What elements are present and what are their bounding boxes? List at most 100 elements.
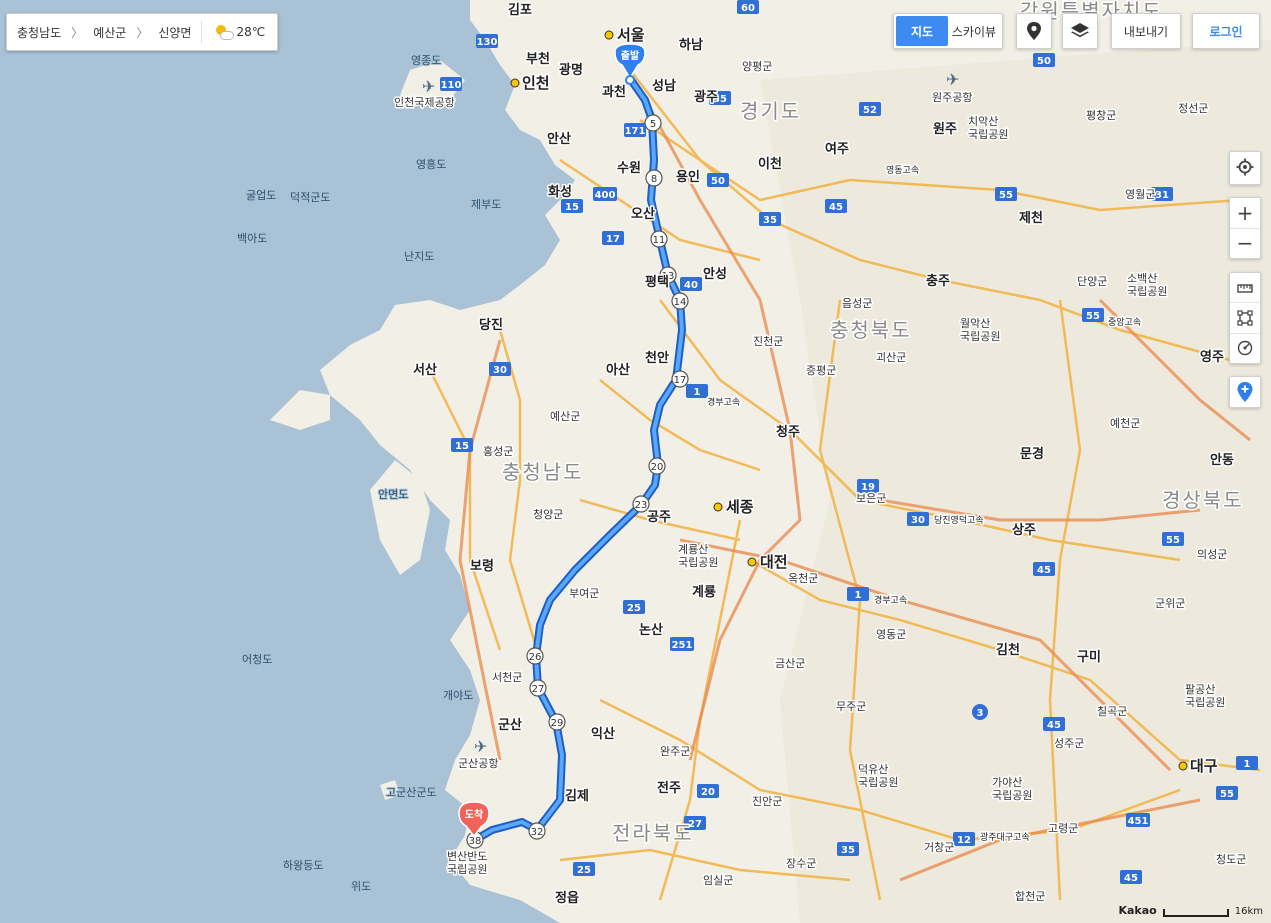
svg-text:부여군: 부여군 (569, 587, 599, 600)
my-location-button[interactable] (1230, 152, 1260, 182)
svg-text:보령: 보령 (470, 559, 494, 574)
svg-text:문경: 문경 (1020, 446, 1044, 462)
highway-shield: 30 (489, 362, 511, 376)
svg-text:성남: 성남 (652, 78, 676, 94)
svg-text:천안: 천안 (645, 350, 669, 366)
svg-text:50: 50 (711, 176, 725, 187)
svg-text:개야도: 개야도 (443, 689, 473, 702)
partly-cloudy-icon (214, 23, 235, 41)
svg-text:거창군: 거창군 (924, 841, 954, 854)
route-step: 27 (529, 679, 547, 697)
svg-text:32: 32 (531, 827, 544, 838)
svg-text:5: 5 (650, 119, 656, 130)
city-label-seoul: 서울 (617, 26, 645, 44)
route-step: 26 (526, 647, 544, 665)
area-measure-button[interactable] (1230, 302, 1260, 332)
svg-text:영월군: 영월군 (1125, 188, 1155, 201)
svg-text:장수군: 장수군 (786, 857, 816, 870)
highway-shield: 45 (1120, 870, 1142, 884)
highway-shield: 400 (593, 187, 617, 201)
svg-text:김포: 김포 (508, 3, 532, 18)
svg-text:29: 29 (551, 718, 564, 729)
svg-text:광명: 광명 (559, 62, 583, 78)
route-step: 20 (648, 457, 666, 475)
export-button[interactable]: 내보내기 (1111, 13, 1181, 49)
svg-text:금산군: 금산군 (775, 657, 805, 670)
add-place-control (1229, 376, 1261, 408)
breadcrumb-town[interactable]: 신양면 (148, 14, 201, 50)
svg-text:영동고속: 영동고속 (886, 165, 919, 176)
svg-text:55: 55 (999, 190, 1013, 201)
svg-text:진안군: 진안군 (752, 795, 782, 808)
map-canvas[interactable]: 5 8 11 13 14 17 20 23 26 27 29 32 38 130… (0, 0, 1271, 923)
svg-text:공주: 공주 (647, 510, 671, 525)
svg-text:40: 40 (684, 280, 698, 291)
svg-text:칠곡군: 칠곡군 (1097, 705, 1127, 718)
radius-measure-button[interactable] (1230, 332, 1260, 363)
province-label: 전라북도 (612, 821, 694, 845)
highway-shield: 171 (624, 123, 646, 137)
svg-text:25: 25 (627, 603, 641, 614)
highway-shield: 52 (859, 102, 881, 116)
highway-shield: 50 (707, 173, 729, 187)
province-label: 충청북도 (830, 318, 912, 342)
svg-text:위도: 위도 (351, 880, 371, 893)
svg-text:합천군: 합천군 (1015, 889, 1045, 903)
svg-text:김제: 김제 (565, 789, 589, 804)
add-place-icon (1237, 382, 1253, 402)
highway-shield: 30 (907, 512, 929, 526)
svg-text:451: 451 (1128, 816, 1149, 827)
highway-shield: 251 (670, 637, 694, 651)
route-step: 32 (528, 822, 546, 840)
login-button[interactable]: 로그인 (1192, 13, 1260, 49)
svg-text:안동: 안동 (1210, 452, 1234, 468)
highway-shield: 19 (857, 479, 879, 493)
weather-temperature: 28℃ (236, 25, 266, 39)
highway-shield: 15 (561, 199, 583, 213)
svg-text:경부고속: 경부고속 (707, 396, 740, 408)
airport-icon: ✈ (946, 70, 959, 89)
highway-shield: 1 (1236, 756, 1258, 770)
svg-text:영종도: 영종도 (411, 54, 441, 67)
svg-text:하왕등도: 하왕등도 (283, 858, 323, 872)
svg-text:용인: 용인 (676, 169, 700, 185)
svg-text:덕적군도: 덕적군도 (290, 191, 330, 204)
svg-text:어청도: 어청도 (242, 653, 272, 666)
highway-shield: 3 (972, 704, 988, 720)
highway-shield: 20 (697, 784, 719, 798)
svg-text:김천: 김천 (996, 643, 1020, 658)
layers-button[interactable] (1062, 13, 1098, 49)
svg-text:괴산군: 괴산군 (876, 351, 906, 364)
map-type-skyview-button[interactable]: 스카이뷰 (948, 16, 1000, 46)
svg-text:인천국제공항: 인천국제공항 (394, 95, 455, 109)
map-type-map-button[interactable]: 지도 (896, 16, 948, 46)
airport-icon: ✈ (422, 77, 435, 96)
highway-shield: 451 (1126, 813, 1150, 827)
svg-text:서천군: 서천군 (492, 670, 522, 684)
breadcrumb-county[interactable]: 예산군 (83, 14, 136, 50)
weather-widget[interactable]: 28℃ (201, 21, 273, 43)
breadcrumb-separator: 〉 (136, 25, 149, 40)
svg-text:출발: 출발 (621, 49, 640, 62)
add-place-button[interactable] (1230, 377, 1260, 407)
route-step: 14 (671, 292, 689, 310)
breadcrumb-province[interactable]: 충청남도 (7, 14, 71, 50)
svg-text:난지도: 난지도 (404, 250, 434, 263)
roadview-button[interactable] (1016, 13, 1052, 49)
zoom-out-button[interactable]: − (1230, 227, 1260, 259)
svg-text:굴업도: 굴업도 (246, 189, 276, 202)
svg-text:1: 1 (1244, 759, 1251, 770)
svg-text:원주공항: 원주공항 (932, 91, 972, 104)
highway-shield: 25 (623, 600, 645, 614)
svg-text:제부도: 제부도 (471, 198, 501, 211)
svg-text:제천: 제천 (1019, 211, 1043, 226)
svg-text:20: 20 (701, 787, 715, 798)
measure-tools (1229, 272, 1261, 364)
svg-text:청양군: 청양군 (533, 508, 563, 521)
zoom-in-button[interactable]: + (1230, 198, 1260, 228)
distance-measure-button[interactable] (1230, 273, 1260, 302)
svg-text:45: 45 (829, 202, 843, 213)
svg-text:군산: 군산 (498, 717, 522, 733)
svg-text:45: 45 (1047, 720, 1061, 731)
svg-text:증평군: 증평군 (806, 364, 836, 377)
